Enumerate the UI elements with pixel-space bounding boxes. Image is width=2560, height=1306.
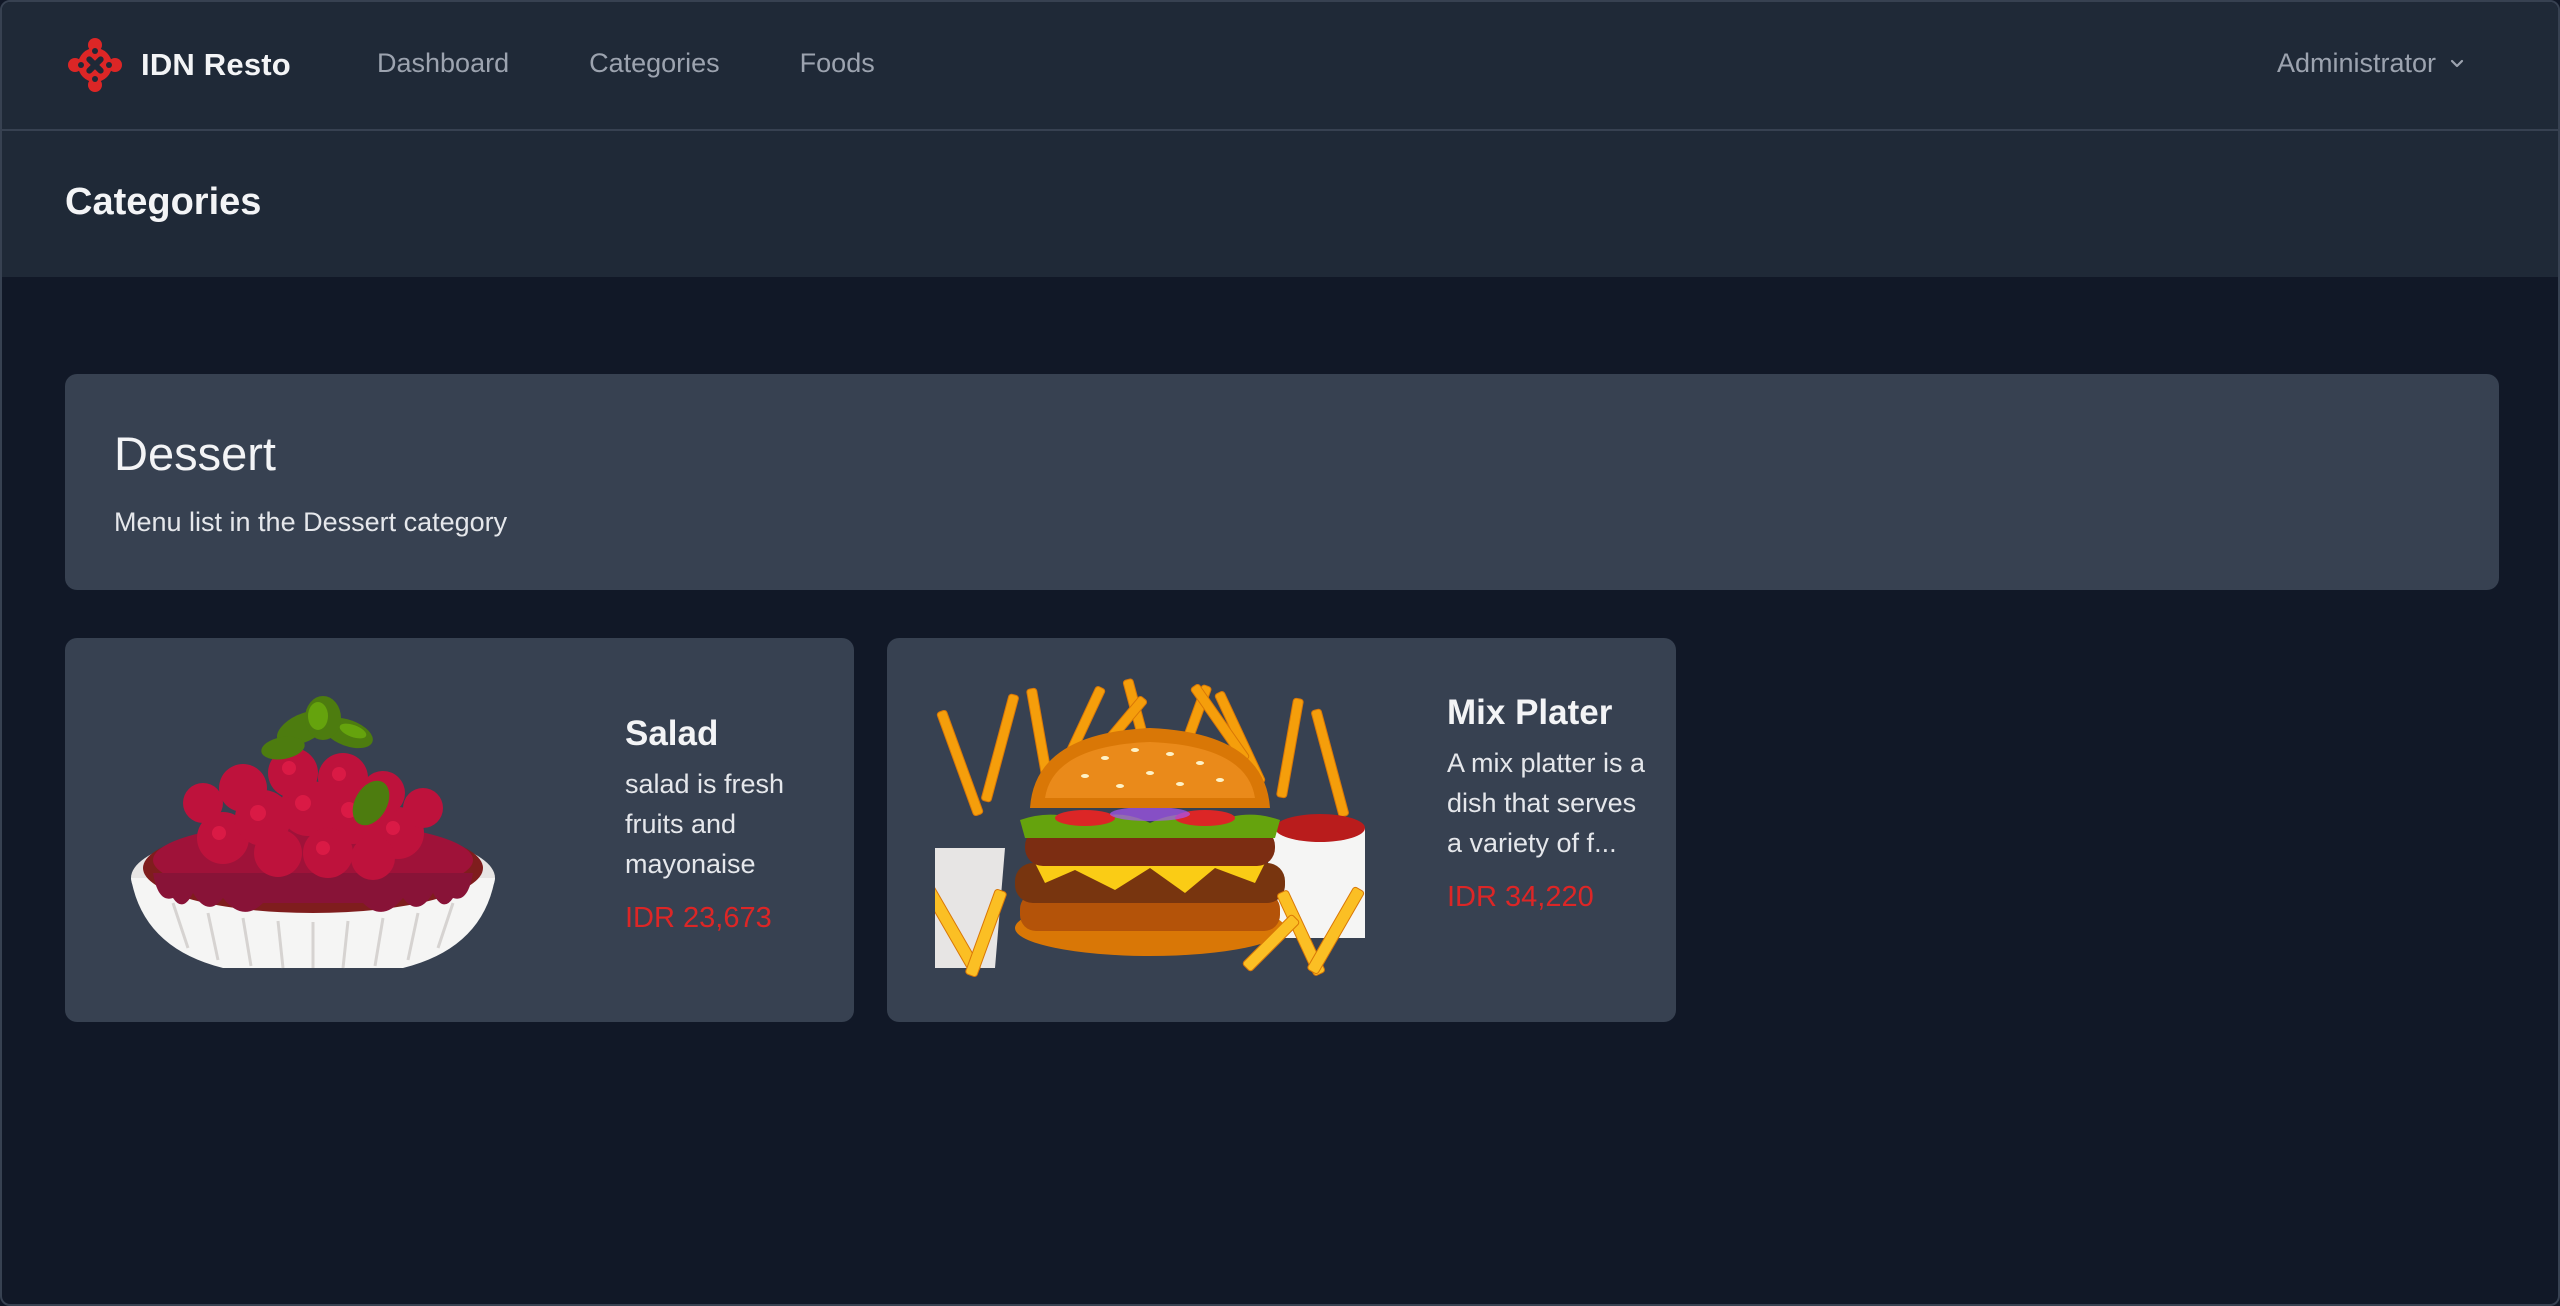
brand[interactable]: IDN Resto	[65, 35, 291, 95]
page-title: Categories	[65, 181, 262, 223]
food-info: Salad salad is fresh fruits and mayonais…	[625, 714, 835, 935]
raspberry-tart-image	[131, 696, 495, 969]
app-window: IDN Resto Dashboard Categories Foods Adm…	[0, 0, 2560, 1306]
user-name: Administrator	[2276, 48, 2436, 78]
food-name: Mix Plater	[1447, 693, 1613, 732]
food-description: A mix platter is a dish that serves a va…	[1447, 748, 1646, 858]
burger-fries-image	[935, 678, 1365, 977]
food-price: IDR 34,220	[1447, 881, 1594, 913]
category-description: Menu list in the Dessert category	[114, 507, 508, 537]
chevron-down-icon	[2450, 59, 2464, 67]
food-name: Salad	[625, 714, 719, 753]
food-info: Mix Plater A mix platter is a dish that …	[1447, 693, 1657, 914]
logo-icon	[68, 38, 122, 92]
nav-categories[interactable]: Categories	[589, 48, 720, 79]
category-title: Dessert	[114, 427, 276, 480]
food-price: IDR 23,673	[625, 902, 772, 934]
brand-name: IDN Resto	[141, 47, 291, 82]
page-header: Categories	[2, 131, 2558, 277]
food-card[interactable]: Salad salad is fresh fruits and mayonais…	[65, 638, 854, 1022]
nav-foods[interactable]: Foods	[800, 48, 875, 79]
food-card[interactable]: Mix Plater A mix platter is a dish that …	[887, 638, 1676, 1022]
nav-dashboard[interactable]: Dashboard	[377, 48, 509, 79]
top-navbar: IDN Resto Dashboard Categories Foods Adm…	[2, 2, 2558, 131]
user-menu-dropdown[interactable]: Administrator	[2277, 48, 2468, 79]
main-nav: Dashboard Categories Foods	[377, 48, 875, 79]
food-description: salad is fresh fruits and mayonaise	[625, 769, 785, 879]
category-banner: Dessert Menu list in the Dessert categor…	[65, 374, 2499, 590]
